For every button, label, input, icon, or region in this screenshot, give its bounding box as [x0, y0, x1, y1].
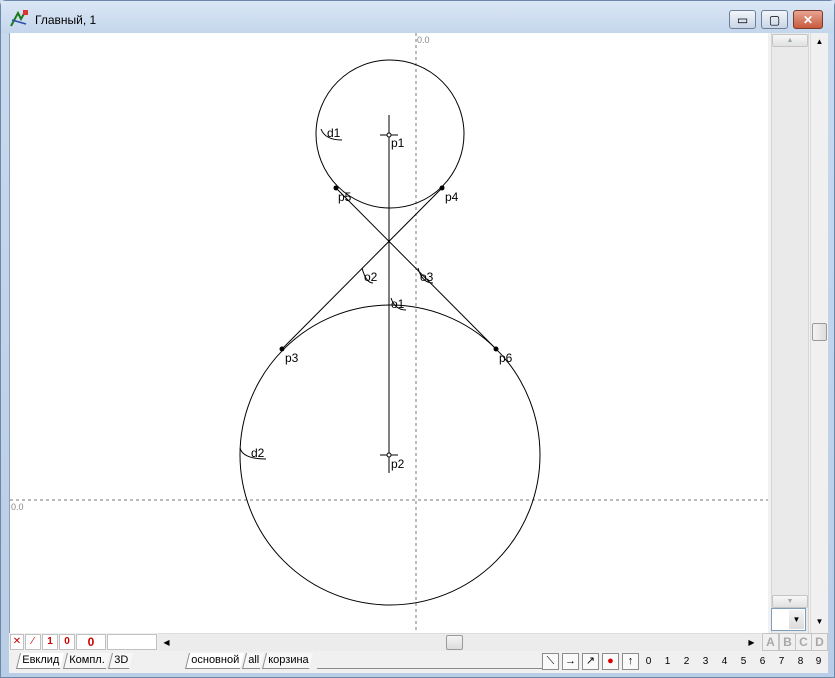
horizontal-scroll-thumb[interactable] [446, 635, 463, 650]
minimize-icon: ▭ [736, 13, 749, 27]
label-p2: p2 [391, 457, 405, 471]
segment-icon: ⟍ [546, 655, 555, 667]
vector-tool-button[interactable]: ↗ [582, 653, 599, 670]
main-window: Главный, 1 ▭ ▢ ✕ 0.0 0.0 d1 d2 p1 p2 p3 … [0, 0, 835, 678]
arrow-up-icon: ↑ [627, 655, 634, 667]
segment-tool-button[interactable]: ⟍ [542, 653, 559, 670]
side-track[interactable] [771, 33, 809, 638]
right-panel: ▲ ▼ ▼ ▲ ▼ [768, 33, 828, 638]
scroll-down-icon[interactable]: ▼ [812, 614, 827, 630]
maximize-icon: ▢ [768, 13, 781, 27]
zoom-combo[interactable]: ▼ [771, 608, 806, 631]
label-p4: p4 [445, 190, 459, 204]
axis-label-top: 0.0 [417, 35, 430, 45]
digit-4[interactable]: 4 [716, 653, 733, 670]
point-p3 [279, 346, 285, 352]
label-o2: o2 [364, 270, 378, 284]
digit-5[interactable]: 5 [735, 653, 752, 670]
tab-complex[interactable]: Компл. [63, 653, 110, 669]
window-title: Главный, 1 [35, 13, 97, 27]
close-icon: ✕ [802, 13, 814, 27]
counter-display: 0 [76, 634, 106, 650]
tab-main[interactable]: основной [185, 653, 244, 669]
label-o3: o3 [420, 270, 434, 284]
one-mode-button[interactable]: 1 [42, 634, 58, 650]
side-scroll-up[interactable]: ▲ [772, 34, 808, 47]
vertical-scrollbar[interactable]: ▲ ▼ [810, 33, 827, 633]
ray-tool-button[interactable]: → [562, 653, 579, 670]
tab-trash[interactable]: корзина [262, 653, 314, 669]
drawing-canvas[interactable]: 0.0 0.0 d1 d2 p1 p2 p3 p4 p5 p6 o1 o2 o3 [9, 33, 769, 633]
label-p5: p5 [338, 190, 352, 204]
layer-a-button[interactable]: A [762, 633, 779, 651]
tab-euclid[interactable]: Евклид [16, 653, 65, 669]
combo-arrow-icon[interactable]: ▼ [789, 610, 804, 629]
label-p3: p3 [285, 351, 299, 365]
app-icon [10, 10, 28, 27]
tab-3d[interactable]: 3D [108, 653, 134, 669]
layer-c-button[interactable]: C [795, 633, 812, 651]
digit-2[interactable]: 2 [678, 653, 695, 670]
point-tool-button[interactable]: ● [602, 653, 619, 670]
chevron-down-icon: ▼ [786, 598, 794, 605]
scroll-left-icon[interactable]: ◀ [159, 635, 174, 650]
digit-8[interactable]: 8 [792, 653, 809, 670]
side-scroll-down[interactable]: ▼ [772, 595, 808, 608]
digit-1[interactable]: 1 [659, 653, 676, 670]
title-bar[interactable]: Главный, 1 ▭ ▢ ✕ [1, 1, 834, 33]
digit-6[interactable]: 6 [754, 653, 771, 670]
close-button[interactable]: ✕ [793, 10, 823, 29]
arrow-right-icon: → [565, 655, 576, 667]
scroll-up-icon[interactable]: ▲ [812, 34, 827, 50]
scroll-right-icon[interactable]: ▶ [744, 635, 759, 650]
line-mode-button[interactable]: ⁄ [25, 634, 41, 650]
digit-3[interactable]: 3 [697, 653, 714, 670]
digit-9[interactable]: 9 [810, 653, 827, 670]
line-o3 [333, 185, 497, 350]
layer-d-button[interactable]: D [811, 633, 828, 651]
arrow-diagonal-icon: ↗ [585, 655, 596, 667]
status-field [107, 634, 157, 650]
delete-mode-button[interactable]: ✕ [10, 634, 24, 650]
status-bar: ✕ ⁄ 1 0 0 ◀ ▶ A B C D [9, 633, 828, 651]
label-o1: o1 [391, 297, 405, 311]
tab-bar: Евклид Компл. 3D основной all корзина ⟍ … [9, 651, 828, 673]
digit-7[interactable]: 7 [773, 653, 790, 670]
point-p6 [493, 346, 499, 352]
geometry-drawing[interactable]: 0.0 0.0 d1 d2 p1 p2 p3 p4 p5 p6 o1 o2 o3 [10, 33, 769, 633]
minimize-button[interactable]: ▭ [729, 10, 756, 29]
maximize-button[interactable]: ▢ [761, 10, 788, 29]
zero-mode-button[interactable]: 0 [59, 634, 75, 650]
line-o2 [281, 185, 445, 350]
point-p4 [439, 185, 445, 191]
chevron-up-icon: ▲ [786, 37, 794, 44]
tab-all[interactable]: all [242, 653, 265, 669]
layer-b-button[interactable]: B [779, 633, 796, 651]
horizontal-scrollbar[interactable]: ◀ ▶ [158, 633, 761, 651]
label-d2: d2 [251, 446, 265, 460]
label-d1: d1 [327, 126, 341, 140]
vertical-scroll-thumb[interactable] [812, 323, 827, 341]
red-dot-icon: ● [607, 655, 614, 667]
digit-0[interactable]: 0 [640, 653, 657, 670]
label-p1: p1 [391, 136, 405, 150]
axis-label-left: 0.0 [11, 502, 24, 512]
up-tool-button[interactable]: ↑ [622, 653, 639, 670]
tab-strip-fill [317, 653, 545, 669]
label-p6: p6 [499, 351, 513, 365]
